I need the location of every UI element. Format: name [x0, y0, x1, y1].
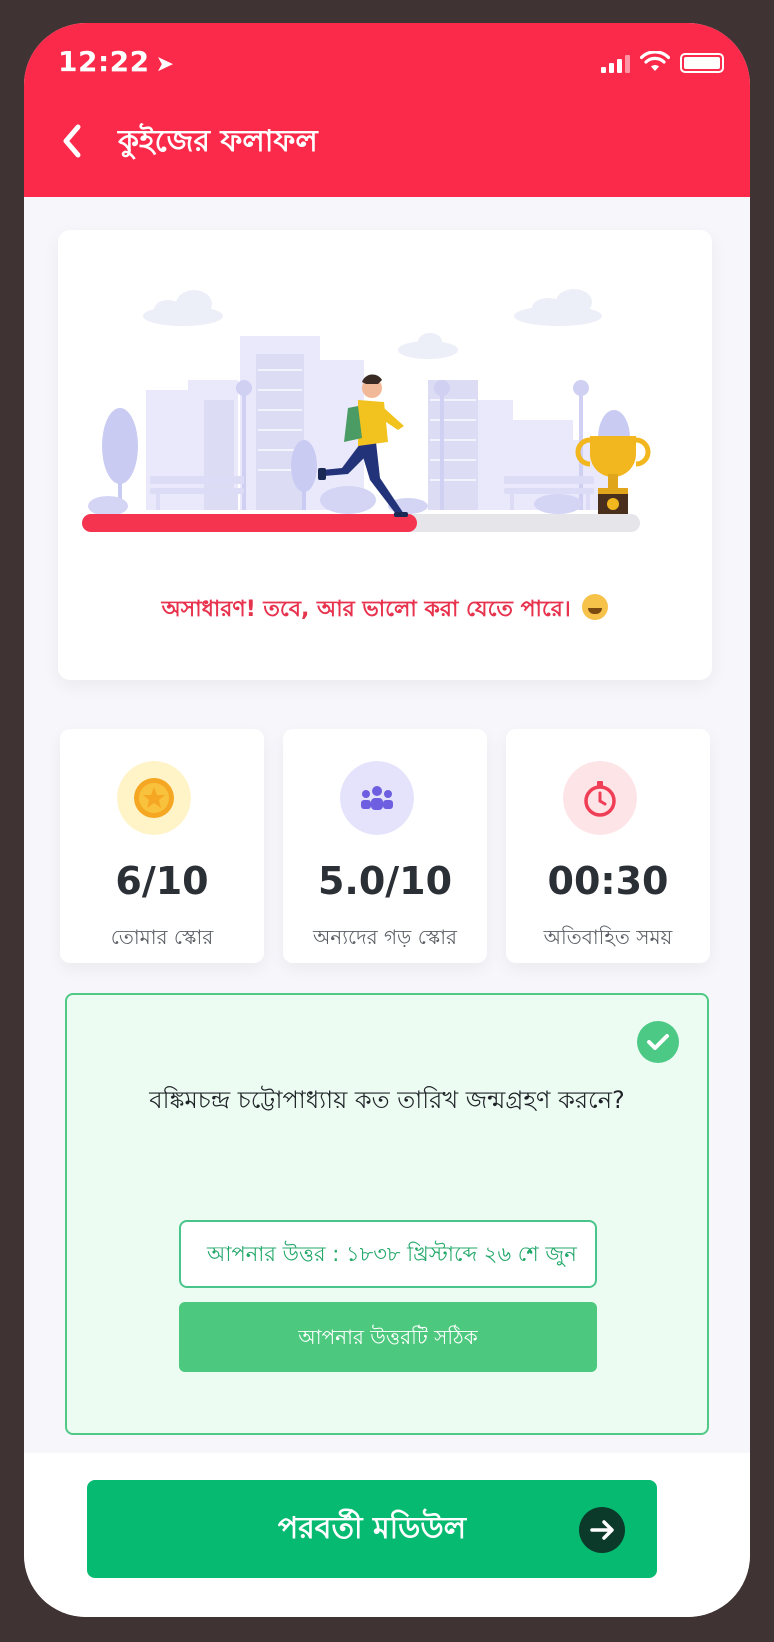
result-message: অসাধারণ! তবে, আর ভালো করা যেতে পারে। [58, 592, 712, 629]
page-title: কুইজের ফলাফল [118, 124, 318, 159]
arrow-right-icon [579, 1507, 625, 1553]
wifi-icon [640, 51, 670, 71]
next-module-label: পরবর্তী মডিউল [277, 1511, 467, 1546]
stat-label: অন্যদের গড় স্কোর [312, 925, 458, 949]
stat-value: 5.0/10 [317, 859, 453, 903]
star-coin-icon [117, 761, 191, 835]
grinning-face-emoji [582, 594, 609, 620]
cellular-signal-icon [601, 55, 630, 73]
status-indicators [601, 51, 724, 73]
clock-text: 12:22 [58, 45, 150, 78]
answer-correct-banner: আপনার উত্তরটি সঠিক [179, 1302, 597, 1372]
battery-icon [680, 53, 724, 73]
next-module-button[interactable]: পরবর্তী মডিউল [87, 1480, 657, 1578]
stat-label: তোমার স্কোর [110, 925, 214, 949]
stat-value: 6/10 [115, 859, 209, 903]
stats-row: 6/10 তোমার স্কোর 5.0/10 অন্যদের গড় স্কো… [60, 729, 710, 965]
phone-screen: 12:22 ➤ কুইজের ফলাফল অসাধারণ! তবে, আর ভা… [24, 23, 750, 1617]
result-message-text: অসাধারণ! তবে, আর ভালো করা যেতে পারে। [161, 597, 571, 622]
result-hero-card: অসাধারণ! তবে, আর ভালো করা যেতে পারে। [58, 230, 712, 680]
check-circle-icon [637, 1021, 679, 1063]
app-header: 12:22 ➤ কুইজের ফলাফল [24, 23, 750, 197]
stat-value: 00:30 [547, 859, 669, 903]
stat-card-average: 5.0/10 অন্যদের গড় স্কোর [283, 729, 487, 963]
stopwatch-icon [563, 761, 637, 835]
stat-card-score: 6/10 তোমার স্কোর [60, 729, 264, 963]
status-time: 12:22 ➤ [58, 45, 175, 78]
user-answer-box: আপনার উত্তর : ১৮৩৮ খ্রিস্টাব্দে ২৬ শে জু… [179, 1220, 597, 1288]
question-text: বঙ্কিমচন্দ্র চট্টোপাধ্যায় কত তারিখ জন্ম… [149, 1086, 625, 1114]
location-arrow-icon: ➤ [155, 52, 175, 77]
question-review-card: বঙ্কিমচন্দ্র চট্টোপাধ্যায় কত তারিখ জন্ম… [65, 993, 709, 1435]
stat-card-time: 00:30 অতিবাহিত সময় [506, 729, 710, 963]
back-button[interactable] [54, 119, 94, 163]
progress-fill [82, 514, 417, 532]
runner-illustration [82, 289, 651, 532]
stat-label: অতিবাহিত সময় [543, 925, 673, 949]
group-users-icon [340, 761, 414, 835]
chevron-left-icon [63, 124, 81, 158]
